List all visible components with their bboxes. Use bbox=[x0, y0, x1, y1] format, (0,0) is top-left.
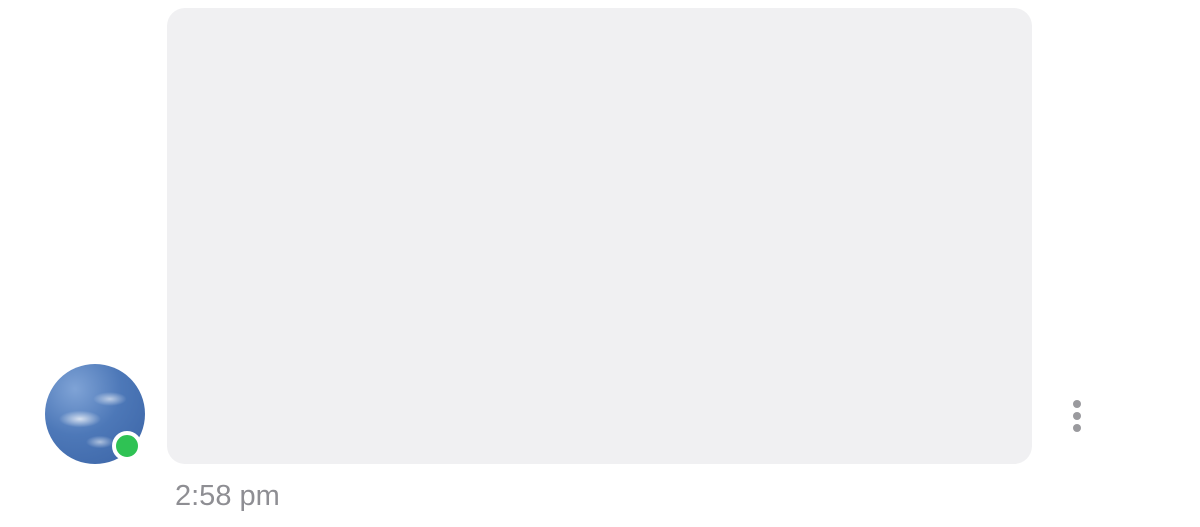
menu-dot bbox=[1073, 400, 1081, 408]
menu-dot bbox=[1073, 424, 1081, 432]
more-options-icon[interactable] bbox=[1062, 396, 1092, 436]
sender-avatar[interactable] bbox=[45, 364, 145, 464]
message-bubble[interactable] bbox=[167, 8, 1032, 464]
online-status-icon bbox=[112, 431, 142, 461]
menu-dot bbox=[1073, 412, 1081, 420]
chat-message-row: 2:58 pm bbox=[0, 0, 1200, 527]
message-timestamp: 2:58 pm bbox=[175, 480, 280, 512]
